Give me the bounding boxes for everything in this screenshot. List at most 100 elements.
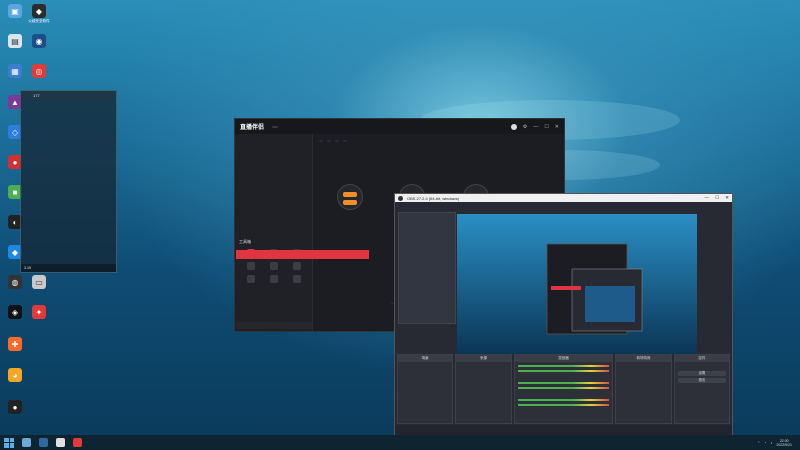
clock-date: 2022/5/21 <box>776 442 792 447</box>
obs-window: OBS 27.2.4 (64-bit, windows) — ☐ ✕ 场景 来源… <box>394 193 733 436</box>
qq-icon: ● <box>8 400 22 414</box>
desktop-icon-label: 火绒安全软件 <box>28 19 50 23</box>
tool-item[interactable] <box>286 275 309 284</box>
app-status-strip <box>236 322 312 329</box>
clock[interactable]: 22:00 2022/5/21 <box>776 439 792 447</box>
taskbar-app-icon[interactable] <box>39 438 48 447</box>
stream-chips <box>313 140 564 142</box>
sources-dock: 来源 <box>455 354 512 424</box>
desktop-icon[interactable]: ✚ <box>2 337 28 365</box>
chat-header-item[interactable]: 177 <box>33 93 40 98</box>
chip[interactable] <box>327 140 331 142</box>
desktop-icon[interactable]: ● <box>2 400 28 428</box>
maximize-icon[interactable]: ☐ <box>544 124 548 130</box>
obs-docks: 场景 来源 混音器 转场特效 控件 设置 退出 <box>395 354 732 424</box>
desktop-icon[interactable]: ◍ <box>2 275 28 303</box>
tool-icon <box>269 275 278 283</box>
taskbar-app-icon[interactable] <box>56 438 65 447</box>
audio-meter <box>517 370 610 372</box>
tool-item[interactable] <box>239 262 262 271</box>
desktop-icon[interactable]: ◉ <box>26 34 52 62</box>
window-controls: ⚙ — ☐ ✕ <box>510 123 559 130</box>
tool-item[interactable] <box>262 275 285 284</box>
tool-icon <box>269 262 278 270</box>
dock-title: 混音器 <box>514 355 613 362</box>
start-button[interactable] <box>4 437 14 448</box>
app-icon: ◕ <box>8 368 22 382</box>
exit-button[interactable]: 退出 <box>677 378 727 383</box>
app-icon: ✦ <box>32 305 46 319</box>
audio-meter <box>517 382 610 384</box>
chip[interactable] <box>319 140 323 142</box>
version-badge <box>272 125 279 128</box>
preview-image <box>457 214 697 354</box>
app-icon: ▭ <box>32 275 46 289</box>
dock-title: 场景 <box>398 355 453 362</box>
tool-item[interactable] <box>286 262 309 271</box>
desktop-icon[interactable]: ✦ <box>26 305 52 333</box>
tool-icon <box>246 262 255 270</box>
scene-node[interactable] <box>337 184 363 210</box>
desktop-icon-huorong[interactable]: ◆ 火绒安全软件 <box>26 4 52 32</box>
toolbox-label: 工具箱 <box>239 239 251 244</box>
desktop-icon[interactable]: ◕ <box>2 368 28 396</box>
warning-banner[interactable] <box>236 250 369 259</box>
app-logo: 直播伴侣 <box>240 125 265 131</box>
tool-item[interactable] <box>262 262 285 271</box>
tray-icon[interactable]: ⌃ <box>757 441 760 445</box>
app-icon: ◎ <box>32 64 46 78</box>
app-left-panel: 工具箱 <box>235 134 313 331</box>
dock-title: 转场特效 <box>616 355 671 362</box>
obs-preview-canvas[interactable] <box>457 214 697 354</box>
app-icon: ▦ <box>8 64 22 78</box>
obs-statusbar <box>395 425 732 435</box>
audio-meter <box>517 404 610 406</box>
obs-menubar <box>395 202 732 209</box>
desktop-icon[interactable]: ▤ <box>2 34 28 62</box>
tool-item[interactable] <box>239 275 262 284</box>
desktop-icon[interactable]: ▦ <box>2 64 28 92</box>
chat-footer: 3.19 <box>21 264 116 272</box>
desktop-icon[interactable]: ▣ <box>2 4 28 32</box>
minimize-icon[interactable]: — <box>533 124 538 130</box>
chat-line <box>21 124 116 126</box>
volume-icon[interactable]: ◖ <box>770 441 772 445</box>
dock-title: 来源 <box>456 355 511 362</box>
desktop-icon[interactable]: ▭ <box>26 275 52 303</box>
scene-pill[interactable] <box>343 200 357 205</box>
audio-meter <box>517 387 610 389</box>
scenes-dock: 场景 <box>397 354 454 424</box>
app-icon: ◈ <box>8 305 22 319</box>
settings-button[interactable]: 设置 <box>677 371 727 376</box>
shield-icon: ◆ <box>32 4 46 18</box>
tool-icon <box>293 262 302 270</box>
audio-meter <box>517 399 610 401</box>
tool-icon <box>246 275 255 283</box>
app-icon: ◍ <box>8 275 22 289</box>
mixer-dock: 混音器 <box>513 354 614 424</box>
avatar[interactable] <box>510 123 517 130</box>
scene-pill[interactable] <box>343 192 357 197</box>
app-icon: ◉ <box>32 34 46 48</box>
left-tabs <box>235 134 312 140</box>
obs-title-text: OBS 27.2.4 (64-bit, windows) <box>407 195 460 201</box>
system-tray: ⌃ ◔ ◖ 22:00 2022/5/21 <box>757 439 800 447</box>
taskbar-app-icon[interactable] <box>22 438 31 447</box>
close-icon[interactable]: ✕ <box>725 195 729 201</box>
desktop-icon[interactable]: ◈ <box>2 305 28 333</box>
network-icon[interactable]: ◔ <box>764 441 766 445</box>
desktop-icon[interactable]: ◎ <box>26 64 52 92</box>
settings-icon[interactable]: ⚙ <box>523 124 527 130</box>
dock-title: 控件 <box>674 355 730 362</box>
document-icon: ▤ <box>8 34 22 48</box>
close-icon[interactable]: ✕ <box>555 124 559 130</box>
minimize-icon[interactable]: — <box>705 195 710 201</box>
taskbar: ⌃ ◔ ◖ 22:00 2022/5/21 <box>0 435 800 450</box>
controls-dock: 控件 设置 退出 <box>673 354 731 424</box>
obs-titlebar: OBS 27.2.4 (64-bit, windows) — ☐ ✕ <box>395 194 732 202</box>
app-icon: ✚ <box>8 337 22 351</box>
taskbar-app-icon[interactable] <box>73 438 82 447</box>
maximize-icon[interactable]: ☐ <box>715 195 719 201</box>
chat-header: 177 <box>21 91 116 100</box>
chat-panel: 177 3.19 <box>20 90 117 273</box>
